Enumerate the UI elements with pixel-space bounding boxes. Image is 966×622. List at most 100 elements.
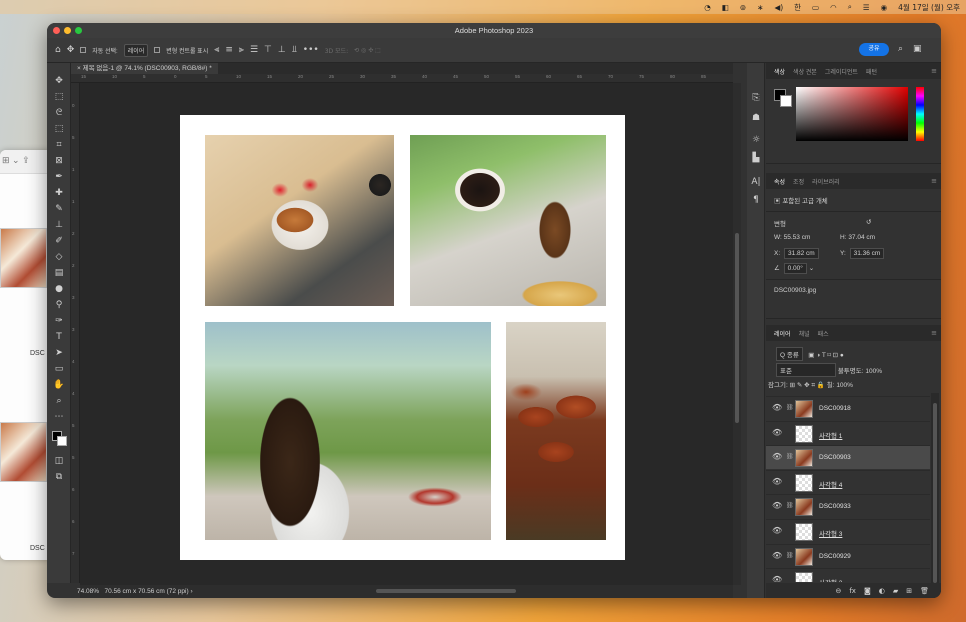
align-center-icon[interactable]: ≡ (225, 45, 233, 55)
scroll-thumb[interactable] (376, 589, 516, 593)
path-select-tool-icon[interactable]: ➤ (51, 347, 67, 360)
pen-tool-icon[interactable]: ✑ (51, 315, 67, 328)
vertical-scrollbar[interactable] (733, 83, 741, 585)
home-icon[interactable]: ⌂ (55, 45, 61, 55)
layer-row[interactable]: 👁 사각형 4 (766, 469, 930, 494)
tab-properties[interactable]: 속성 (774, 177, 785, 186)
paragraph-icon[interactable]: ¶ (750, 195, 762, 205)
color-picker-field[interactable] (796, 87, 908, 141)
visibility-eye-icon[interactable]: 👁 (772, 526, 782, 535)
background-color-swatch[interactable] (780, 95, 792, 107)
layer-row[interactable]: 👁 ⛓ DSC00929 (766, 543, 930, 568)
visibility-eye-icon[interactable]: 👁 (772, 452, 782, 461)
lasso-tool-icon[interactable]: ᘓ (51, 107, 67, 120)
fx-icon[interactable]: fx (849, 587, 856, 595)
type-tool-icon[interactable]: T (51, 331, 67, 344)
group-folder-icon[interactable]: ▰ (893, 587, 898, 595)
spotlight-icon[interactable]: ⌕ (848, 2, 852, 12)
close-window-button[interactable] (53, 27, 60, 34)
opacity-value[interactable]: 100% (865, 368, 882, 375)
align-right-icon[interactable]: ⫸ (239, 45, 244, 55)
rectangle-tool-icon[interactable]: ▭ (51, 363, 67, 376)
dodge-tool-icon[interactable]: ⚲ (51, 299, 67, 312)
layer-name[interactable]: 사각형 4 (819, 479, 842, 489)
move-tool-icon[interactable]: ✥ (67, 45, 75, 55)
align-middle-icon[interactable]: ⊥ (278, 45, 286, 55)
blur-tool-icon[interactable]: ● (51, 283, 67, 296)
coffee-photo[interactable] (410, 135, 606, 306)
control-center-icon[interactable]: ☰ (863, 3, 870, 12)
croissant-photo[interactable] (205, 135, 394, 306)
crop-tool-icon[interactable]: ⌗ (51, 139, 67, 152)
volume-icon[interactable]: ◀) (774, 3, 783, 12)
layer-row[interactable]: 👁 ⛓ DSC00903 (766, 445, 930, 470)
tab-gradients[interactable]: 그레이디언트 (825, 67, 858, 76)
histogram-icon[interactable]: ▙ (750, 153, 762, 163)
history-icon[interactable]: ⎘ (750, 93, 762, 103)
eyedropper-tool-icon[interactable]: ✒ (51, 171, 67, 184)
layer-thumbnail[interactable] (795, 547, 813, 566)
horizontal-ruler[interactable]: 15 10 5 0 5 10 15 20 25 30 35 40 45 50 55 60 65 70 75 80 85 (71, 74, 733, 83)
layer-name[interactable]: DSC00933 (819, 503, 851, 510)
eraser-tool-icon[interactable]: ◇ (51, 251, 67, 264)
hand-tool-icon[interactable]: ✋ (51, 379, 67, 392)
zoom-tool-icon[interactable]: ⌕ (51, 395, 67, 408)
visibility-eye-icon[interactable]: 👁 (772, 477, 782, 486)
layer-row[interactable]: 👁 사각형 1 (766, 420, 930, 445)
screen-mode-icon[interactable]: ⧉ (51, 471, 67, 484)
brightness-icon[interactable]: ☼ (750, 135, 762, 145)
notion-icon[interactable]: ◧ (722, 3, 729, 12)
layer-name[interactable]: DSC00929 (819, 553, 851, 560)
visibility-eye-icon[interactable]: 👁 (772, 403, 782, 412)
document-canvas[interactable] (180, 115, 625, 560)
y-field[interactable]: 31.36 cm (849, 248, 885, 259)
mask-icon[interactable]: ◙ (864, 587, 871, 595)
layer-thumbnail[interactable] (795, 424, 813, 443)
workspace-icon[interactable]: ▣ (913, 44, 922, 54)
document-tab[interactable]: × 제목 없음-1 @ 74.1% (DSC00903, RGB/8#) * (71, 63, 218, 74)
x-field[interactable]: 31.82 cm (783, 248, 819, 259)
layer-row[interactable]: 👁 사각형 2 (766, 568, 930, 582)
actions-icon[interactable]: ☗ (750, 113, 762, 123)
visibility-eye-icon[interactable]: 👁 (772, 551, 782, 560)
menubar-datetime[interactable]: 4월 17일 (월) 오후 (898, 2, 960, 13)
character-icon[interactable]: A| (750, 177, 762, 187)
width-value[interactable]: 55.53 cm (784, 234, 811, 241)
move-tool-icon[interactable]: ✥ (51, 75, 67, 88)
layer-row[interactable]: 👁 ⛓ DSC00933 (766, 494, 930, 518)
trash-icon[interactable]: 🗑 (920, 587, 929, 595)
healing-brush-icon[interactable]: ✚ (51, 187, 67, 200)
visibility-eye-icon[interactable]: 👁 (772, 428, 782, 437)
layer-row[interactable]: 👁 ⛓ DSC00918 (766, 396, 930, 420)
link-layers-icon[interactable]: ⊖ (835, 587, 841, 595)
finder-thumbnail[interactable] (0, 422, 47, 482)
chevron-right-icon[interactable]: › (190, 588, 192, 595)
hue-slider[interactable] (916, 87, 924, 141)
filter-icons[interactable]: ▣ ◑ T ⌑ ⊡ ● (805, 352, 844, 359)
auto-select-checkbox[interactable] (80, 47, 87, 53)
layer-thumbnail[interactable] (795, 572, 813, 582)
angle-field[interactable]: 0.00° (783, 263, 807, 274)
adjustment-icon[interactable]: ◐ (879, 587, 885, 595)
input-source-icon[interactable]: 한 (794, 2, 801, 13)
brush-tool-icon[interactable]: ✎ (51, 203, 67, 216)
auto-select-dropdown[interactable]: 레이어 (123, 43, 149, 57)
visibility-eye-icon[interactable]: 👁 (772, 575, 782, 582)
layer-thumbnail[interactable] (795, 400, 813, 418)
height-value[interactable]: 37.04 cm (848, 234, 875, 241)
layer-name[interactable]: 사각형 1 (819, 430, 842, 440)
zoom-level[interactable]: 74.08% (77, 588, 99, 595)
background-finder-window[interactable]: ⊞ ⌄ ⇪ DSC DSC (0, 150, 50, 560)
bread-photo[interactable] (506, 322, 606, 540)
tab-layers[interactable]: 레이어 (774, 329, 791, 338)
vertical-ruler[interactable]: 0 5 1 1 2 2 3 3 4 4 5 5 6 6 7 (71, 83, 80, 583)
object-select-tool-icon[interactable]: ⬚ (51, 123, 67, 136)
tab-paths[interactable]: 패스 (818, 329, 829, 338)
woman-photo[interactable] (205, 322, 491, 540)
visibility-eye-icon[interactable]: 👁 (772, 501, 782, 510)
layer-thumbnail[interactable] (795, 498, 813, 517)
siri-icon[interactable]: ◉ (881, 3, 888, 12)
transform-controls-checkbox[interactable] (154, 47, 161, 53)
chevron-down-icon[interactable]: ⌄ (809, 265, 814, 272)
layer-thumbnail[interactable] (795, 523, 813, 541)
